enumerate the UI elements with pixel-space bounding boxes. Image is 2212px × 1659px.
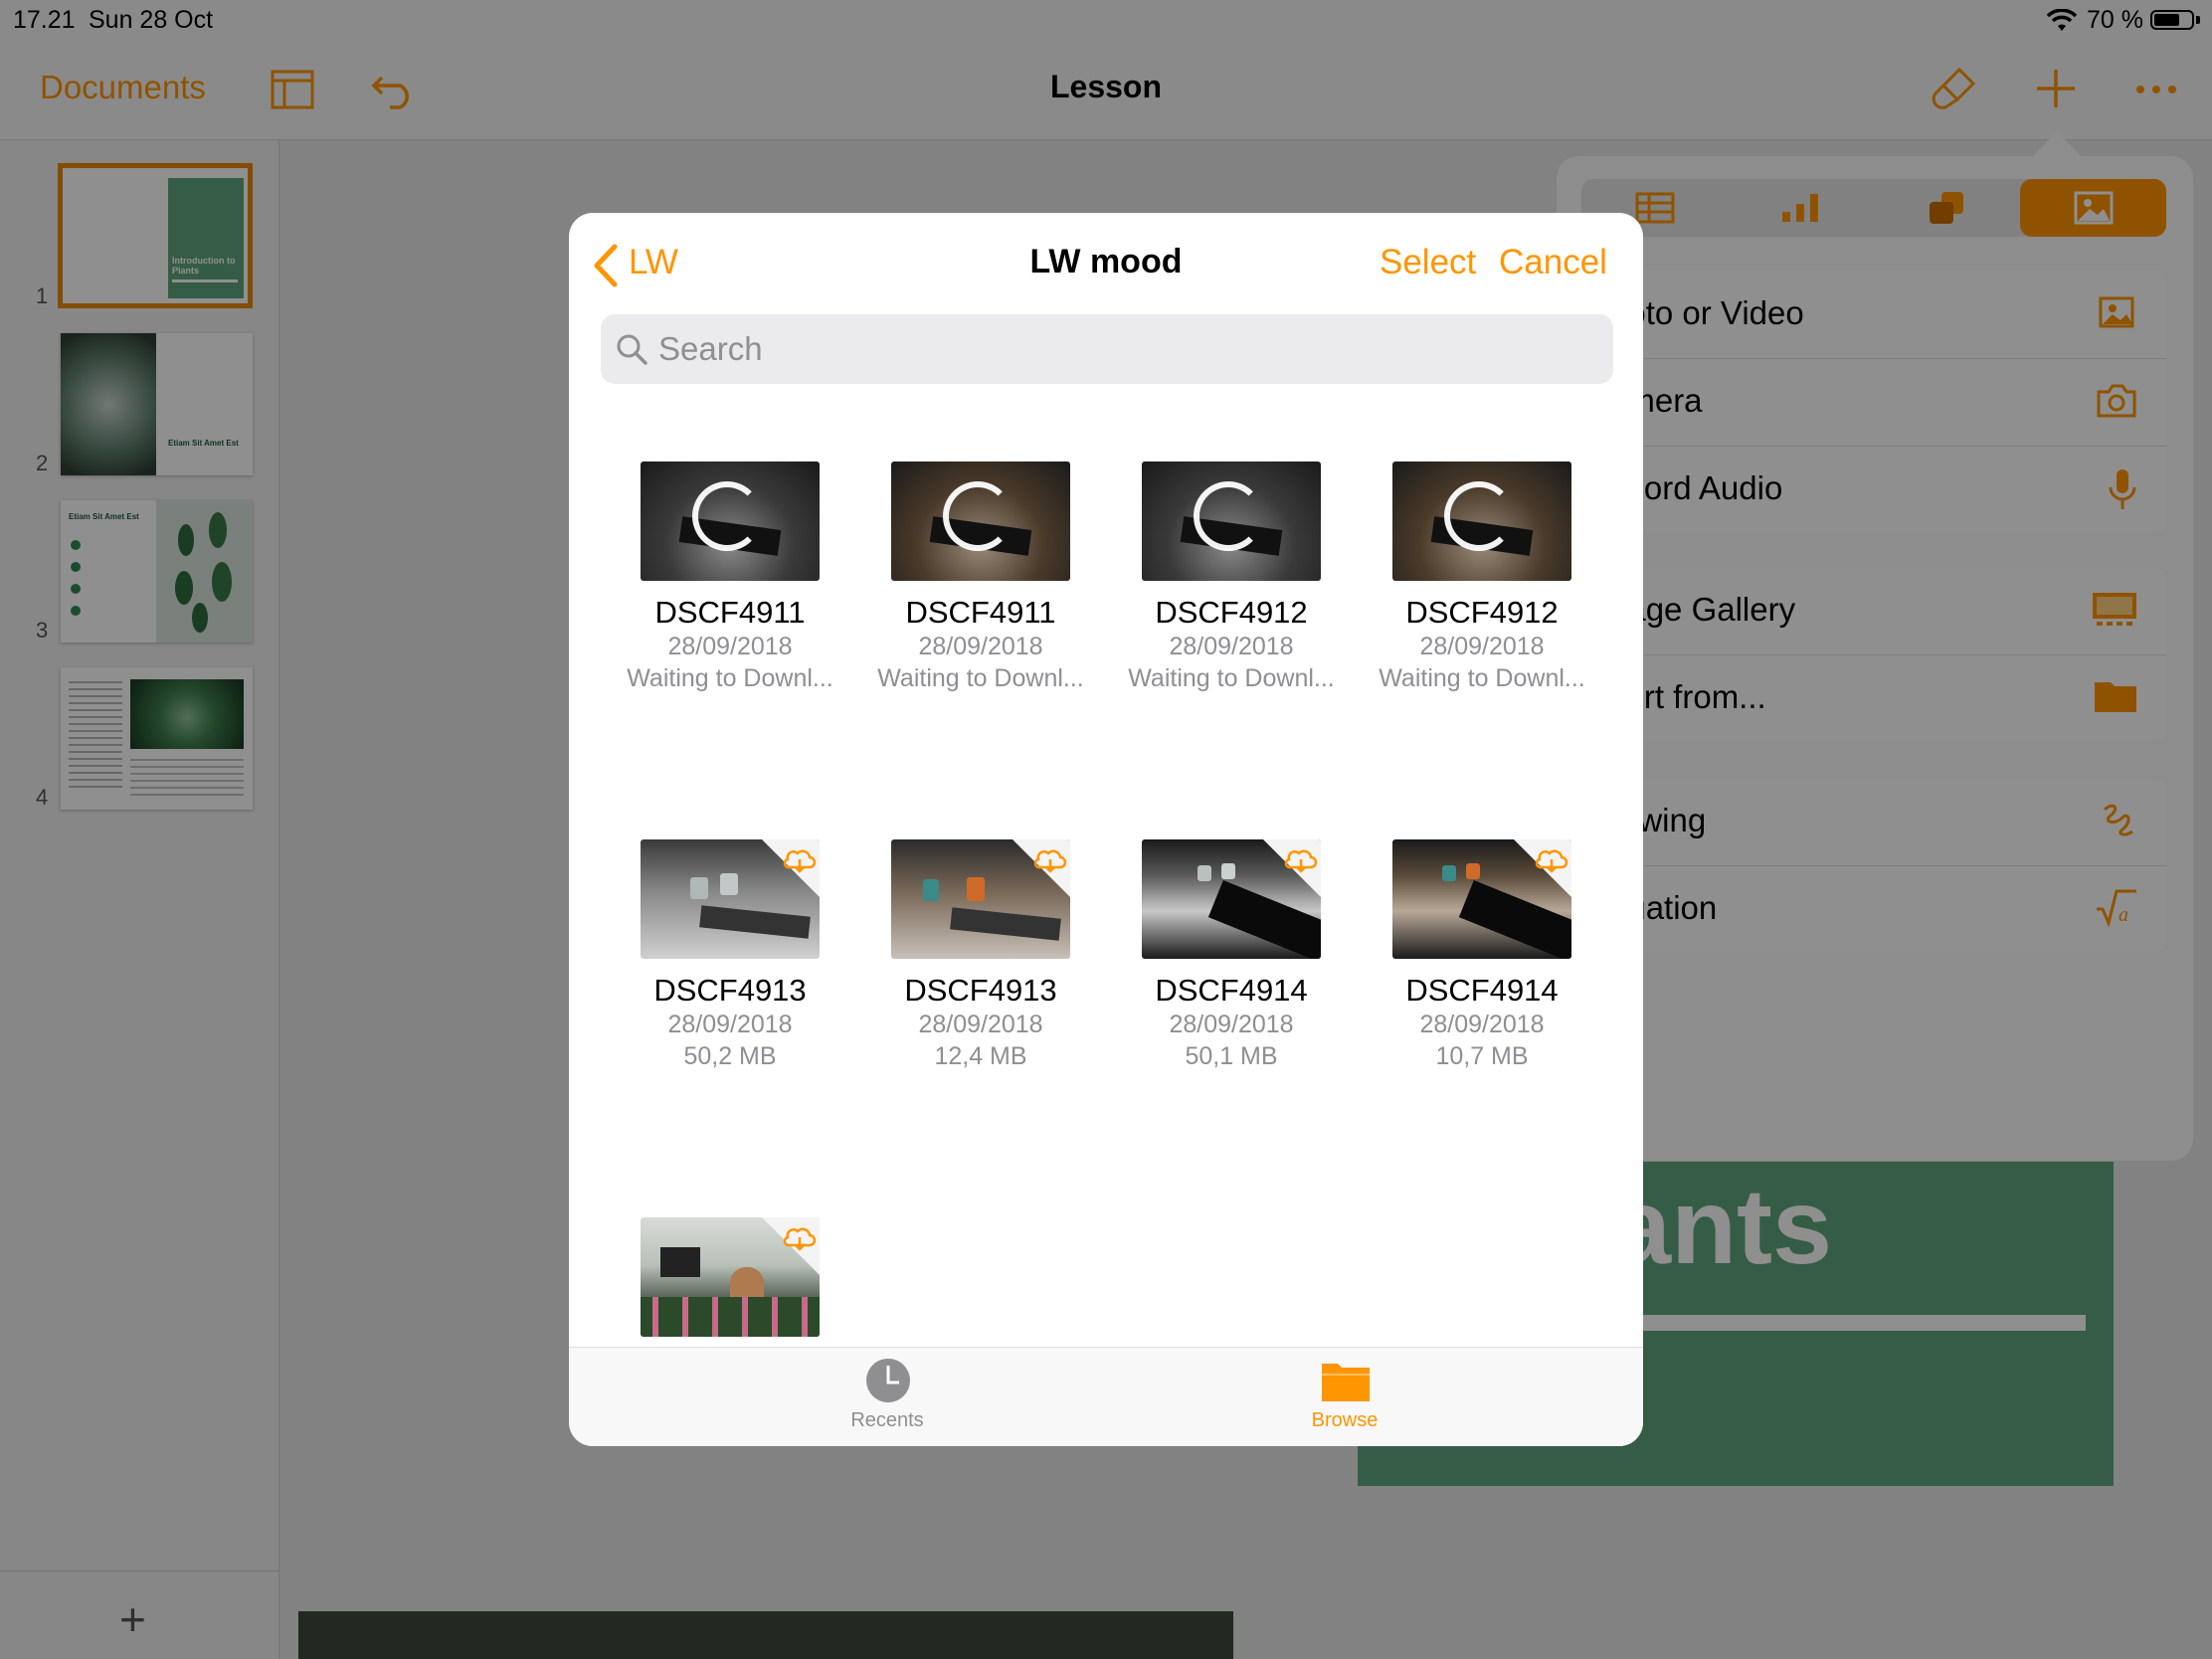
screen-shape [660, 1247, 700, 1277]
file-date: 28/09/2018 [1169, 1011, 1294, 1038]
cloud-download-icon [762, 839, 820, 897]
select-button[interactable]: Select [1380, 243, 1476, 282]
file-date: 28/09/2018 [918, 633, 1043, 660]
browser-tab-bar: Recents Browse [569, 1347, 1643, 1446]
file-date: 28/09/2018 [1169, 633, 1294, 660]
file-date: 28/09/2018 [667, 1011, 793, 1038]
file-status: Waiting to Downl... [1128, 664, 1335, 692]
file-thumbnail [1392, 839, 1571, 959]
search-icon [617, 334, 647, 365]
file-name: DSCF4912 [1155, 595, 1308, 630]
file-thumbnail [641, 461, 820, 581]
candle-shape [720, 873, 738, 895]
file-size: 50,1 MB [1185, 1042, 1278, 1070]
tab-label: Browse [1311, 1409, 1379, 1431]
candle-shape [1466, 863, 1480, 879]
file-name: DSCF4911 [905, 595, 1056, 630]
file-status: Waiting to Downl... [627, 664, 833, 692]
file-thumbnail [1142, 839, 1321, 959]
file-size: 10,7 MB [1435, 1042, 1529, 1070]
file-size: 12,4 MB [934, 1042, 1027, 1070]
cloud-download-icon [1263, 839, 1321, 897]
file-thumbnail [641, 1217, 820, 1337]
file-date: 28/09/2018 [667, 633, 793, 660]
tab-browse[interactable]: Browse [1225, 1348, 1464, 1446]
folder-icon [1322, 1364, 1370, 1401]
file-thumbnail [891, 461, 1070, 581]
candle-shape [1442, 865, 1456, 881]
candle-shape [1221, 863, 1235, 879]
cloud-download-icon [1514, 839, 1571, 897]
download-spinner-icon [1194, 481, 1263, 551]
file-date: 28/09/2018 [1419, 633, 1545, 660]
cancel-button[interactable]: Cancel [1499, 243, 1607, 282]
file-status: Waiting to Downl... [877, 664, 1084, 692]
candle-shape [690, 877, 708, 899]
file-name: DSCF4914 [1155, 973, 1308, 1008]
candle-shape [923, 879, 939, 901]
tab-recents[interactable]: Recents [768, 1348, 1007, 1446]
clock-icon [866, 1359, 910, 1402]
file-date: 28/09/2018 [1419, 1011, 1545, 1038]
download-spinner-icon [1444, 481, 1514, 551]
download-spinner-icon [943, 481, 1013, 551]
candle-shape [967, 877, 985, 901]
file-browser-modal: LW LW mood Select Cancel DSCF4911 28/09/… [569, 213, 1643, 1446]
file-status: Waiting to Downl... [1379, 664, 1585, 692]
file-name: DSCF4914 [1405, 973, 1559, 1008]
notebook-shape [950, 907, 1061, 941]
file-thumbnail [641, 839, 820, 959]
cloud-download-icon [762, 1217, 820, 1275]
file-name: DSCF4913 [653, 973, 807, 1008]
file-date: 28/09/2018 [918, 1011, 1043, 1038]
candle-shape [1198, 865, 1211, 881]
audience-shape [641, 1297, 820, 1337]
file-name: DSCF4911 [654, 595, 806, 630]
file-name: DSCF4913 [904, 973, 1057, 1008]
search-field[interactable] [601, 314, 1613, 384]
notebook-shape [699, 905, 811, 939]
file-thumbnail [1392, 461, 1571, 581]
search-input[interactable] [658, 324, 1554, 374]
tab-label: Recents [850, 1409, 924, 1431]
cloud-download-icon [1013, 839, 1070, 897]
folder-title: LW mood [1029, 243, 1183, 280]
download-spinner-icon [692, 481, 762, 551]
file-size: 50,2 MB [683, 1042, 777, 1070]
file-name: DSCF4912 [1405, 595, 1559, 630]
file-thumbnail [1142, 461, 1321, 581]
file-thumbnail [891, 839, 1070, 959]
